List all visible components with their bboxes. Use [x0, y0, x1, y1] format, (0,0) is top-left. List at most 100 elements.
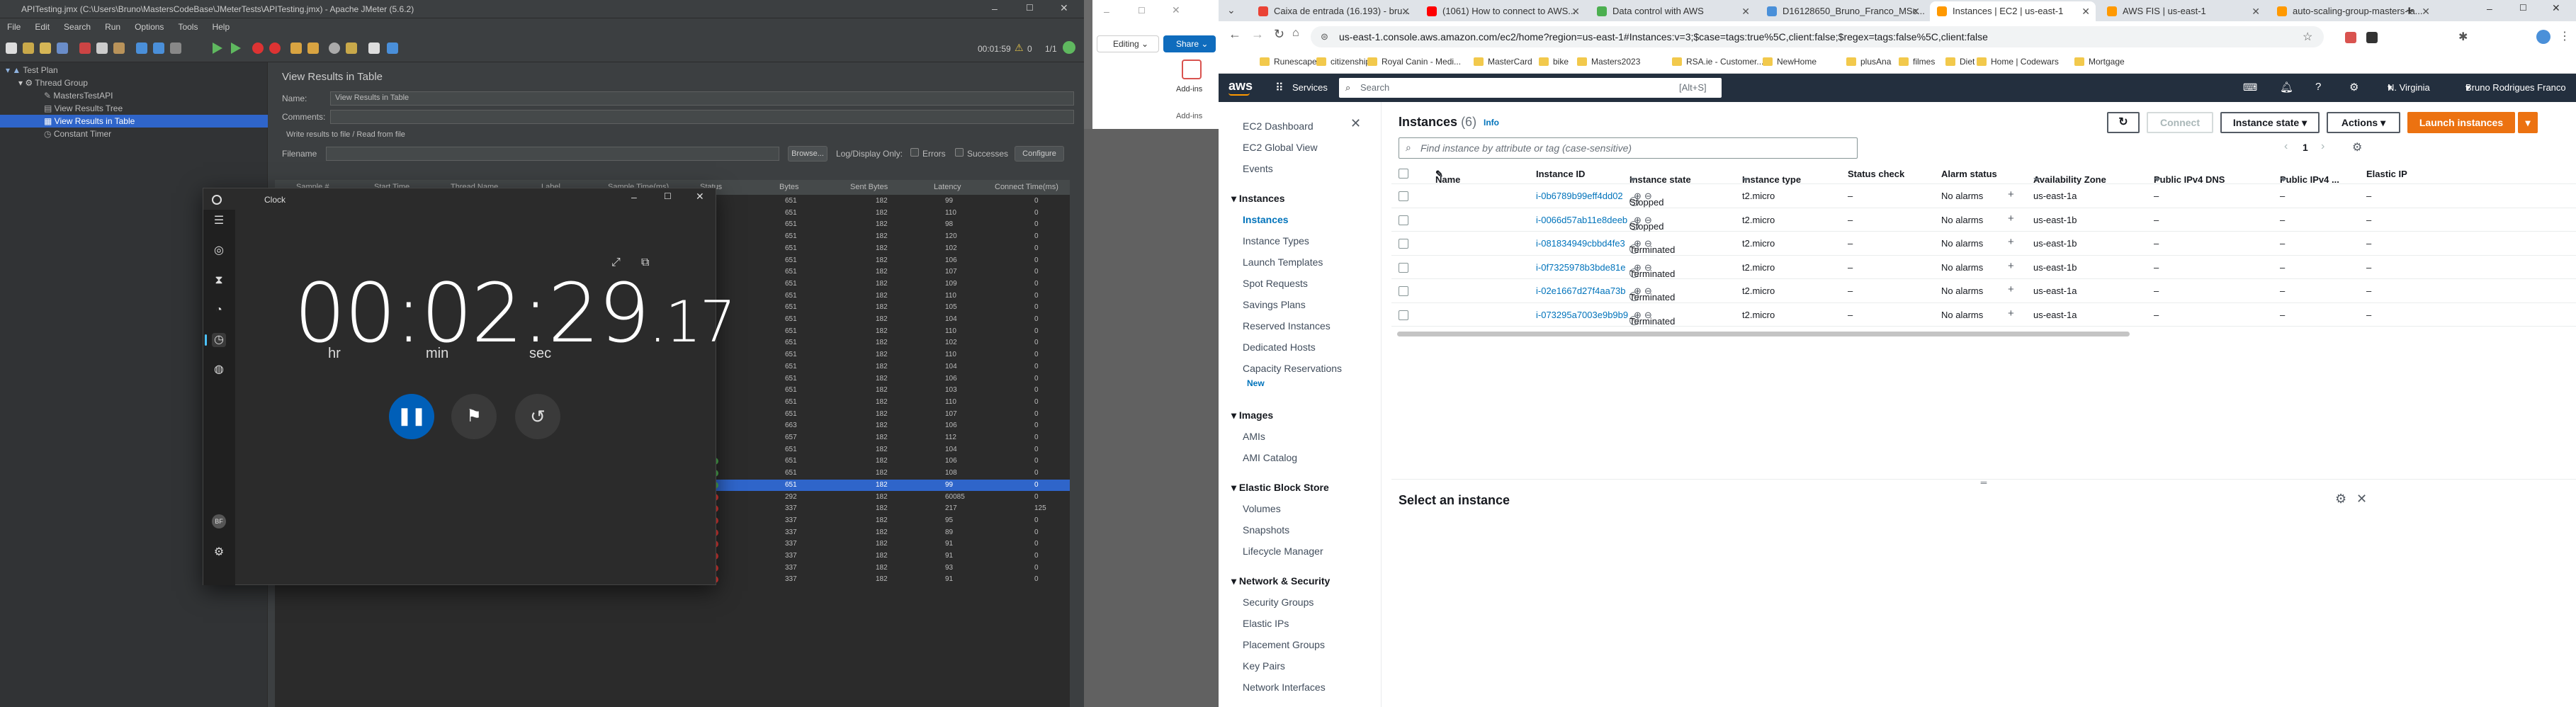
- close-details-icon[interactable]: ✕: [2356, 492, 2367, 507]
- back-icon[interactable]: ←: [1228, 27, 1241, 42]
- world-clock-icon[interactable]: ◍: [212, 363, 226, 377]
- col-instance-id[interactable]: Instance ID: [1536, 169, 1585, 179]
- col-name[interactable]: Name ✎: [1435, 169, 1460, 185]
- bookmark-item[interactable]: citizenship: [1316, 57, 1370, 67]
- account-menu[interactable]: Bruno Rodrigues Franco ▾: [2465, 82, 2566, 94]
- instance-row[interactable]: i-0066d57ab11e8deeb – Stopped ⊕ ⊖ t2.micro – No…: [1391, 208, 2576, 232]
- browser-tab[interactable]: Instances | EC2 | us-east-1 ✕: [1930, 1, 2096, 21]
- col-bytes[interactable]: Bytes: [779, 183, 799, 191]
- browser-tab[interactable]: AWS FIS | us-east-1 ✕: [2100, 1, 2266, 21]
- share-button[interactable]: Share ⌄: [1163, 35, 1216, 52]
- bookmark-item[interactable]: Home | Codewars: [1977, 57, 2059, 67]
- prev-page-icon[interactable]: ‹: [2284, 140, 2288, 153]
- nav-savings-plans[interactable]: Savings Plans: [1243, 299, 1306, 310]
- add-alarm-icon[interactable]: +: [2008, 283, 2014, 295]
- close-icon[interactable]: ✕: [696, 191, 704, 203]
- actions-button[interactable]: Actions ▾: [2327, 112, 2400, 133]
- nav-events[interactable]: Events: [1243, 163, 1273, 174]
- reset-button[interactable]: ↺: [515, 394, 560, 439]
- menu-search[interactable]: Search: [57, 18, 98, 35]
- add-alarm-icon[interactable]: +: [2008, 236, 2014, 248]
- menu-icon[interactable]: ☰: [212, 214, 226, 228]
- bookmark-item[interactable]: Masters2023: [1577, 57, 1640, 67]
- paste-icon[interactable]: [113, 43, 125, 54]
- bookmark-item[interactable]: filmes: [1899, 57, 1935, 67]
- add-alarm-icon[interactable]: +: [2008, 188, 2014, 200]
- tab-close-icon[interactable]: ✕: [1911, 1, 1920, 21]
- refresh-button[interactable]: ↻: [2107, 112, 2140, 133]
- shutdown-icon[interactable]: [269, 43, 281, 54]
- menu-help[interactable]: Help: [205, 18, 237, 35]
- split-divider[interactable]: ═: [1391, 478, 2576, 487]
- instance-id-link[interactable]: i-0f7325978b3bde81e: [1536, 262, 1626, 273]
- row-checkbox[interactable]: [1399, 191, 1408, 201]
- maximize-icon[interactable]: ☐: [2519, 3, 2527, 13]
- alarm-icon[interactable]: ◔: [212, 303, 226, 317]
- focus-sessions-icon[interactable]: ◎: [212, 244, 226, 258]
- horizontal-scrollbar[interactable]: [1397, 332, 2130, 336]
- browser-tab[interactable]: Caixa de entrada (16.193) - bru... ✕: [1251, 1, 1416, 21]
- close-icon[interactable]: ✕: [1060, 2, 1068, 14]
- copy-icon[interactable]: [96, 43, 108, 54]
- add-alarm-icon[interactable]: +: [2008, 307, 2014, 319]
- nav-elastic-ips[interactable]: Elastic IPs: [1243, 618, 1289, 629]
- nav-section-images[interactable]: ▾ Images: [1231, 409, 1273, 422]
- maximize-icon[interactable]: ☐: [664, 191, 672, 201]
- tree-item-thread-group[interactable]: ▾ ⚙ Thread Group: [18, 77, 88, 89]
- settings-icon[interactable]: ⚙: [2349, 81, 2358, 94]
- search-icon[interactable]: [329, 43, 340, 54]
- menu-file[interactable]: File: [0, 18, 28, 35]
- bookmark-item[interactable]: MasterCard: [1474, 57, 1532, 67]
- col-sent-bytes[interactable]: Sent Bytes: [850, 183, 888, 191]
- browser-tab[interactable]: (1061) How to connect to AWS... ✕: [1420, 1, 1586, 21]
- select-all-checkbox[interactable]: [1399, 169, 1408, 179]
- instance-id-link[interactable]: i-0b6789b99eff4dd02: [1536, 191, 1623, 201]
- profile-icon[interactable]: [2536, 30, 2550, 44]
- help-icon[interactable]: ?: [2315, 81, 2321, 93]
- tab-close-icon[interactable]: ✕: [1571, 1, 1580, 21]
- instance-row[interactable]: i-081834949cbbd4fe3 – Terminated ⊕ ⊖ t2.micro…: [1391, 232, 2576, 256]
- help-icon[interactable]: [387, 43, 398, 54]
- nav-launch-templates[interactable]: Launch Templates: [1243, 256, 1323, 268]
- nav-section-instances[interactable]: ▾ Instances: [1231, 193, 1285, 205]
- nav-instances[interactable]: Instances: [1243, 214, 1289, 225]
- browse-button[interactable]: Browse...: [788, 146, 827, 162]
- extension-icon-2[interactable]: [2366, 32, 2378, 43]
- page-number[interactable]: 1: [2303, 142, 2308, 153]
- nav-reserved-instances[interactable]: Reserved Instances: [1243, 320, 1331, 332]
- info-link[interactable]: Info: [1484, 118, 1499, 128]
- nav-section-network[interactable]: ▾ Network & Security: [1231, 575, 1330, 587]
- nav-ec2-global-view[interactable]: EC2 Global View: [1243, 142, 1318, 153]
- lap-button[interactable]: ⚑: [451, 394, 497, 439]
- bookmark-item[interactable]: Diet: [1945, 57, 1975, 67]
- col-alarm-status[interactable]: Alarm status: [1941, 169, 1997, 179]
- close-icon[interactable]: ✕: [2552, 2, 2560, 14]
- nav-capacity-reservations[interactable]: Capacity Reservations: [1243, 363, 1342, 374]
- warning-icon[interactable]: ⚠: [1015, 42, 1024, 54]
- row-checkbox[interactable]: [1399, 262, 1408, 273]
- bookmark-item[interactable]: NewHome: [1763, 57, 1817, 67]
- close-icon[interactable]: ✕: [1172, 4, 1180, 16]
- bookmark-item[interactable]: plusAna: [1846, 57, 1891, 67]
- start-icon[interactable]: [213, 43, 222, 54]
- instance-row[interactable]: i-0b6789b99eff4dd02 – Stopped ⊕ ⊖ t2.micro – No…: [1391, 184, 2576, 208]
- instance-id-link[interactable]: i-0066d57ab11e8deeb: [1536, 215, 1627, 225]
- tree-item-view-results-tree[interactable]: ▤ View Results Tree: [44, 102, 123, 115]
- nav-volumes[interactable]: Volumes: [1243, 503, 1281, 514]
- row-checkbox[interactable]: [1399, 286, 1408, 296]
- aws-logo[interactable]: aws: [1228, 79, 1253, 94]
- services-menu[interactable]: Services: [1292, 82, 1328, 93]
- cloudshell-icon[interactable]: ⌨: [2243, 81, 2257, 94]
- new-icon[interactable]: [6, 43, 17, 54]
- browser-tab[interactable]: Data control with AWS ✕: [1590, 1, 1756, 21]
- region-selector[interactable]: N. Virginia ▾: [2388, 82, 2430, 94]
- instance-id-link[interactable]: i-081834949cbbd4fe3: [1536, 238, 1625, 249]
- maximize-icon[interactable]: ☐: [1026, 3, 1034, 13]
- bookmark-item[interactable]: Royal Canin - Medi...: [1367, 57, 1461, 67]
- tab-close-icon[interactable]: ✕: [1741, 1, 1750, 21]
- aws-search-input[interactable]: Search ⌕ [Alt+S]: [1339, 78, 1722, 98]
- nav-amis[interactable]: AMIs: [1243, 431, 1265, 442]
- minimize-icon[interactable]: –: [2487, 3, 2492, 14]
- tab-search-icon[interactable]: ⌄: [1227, 4, 1236, 16]
- nav-lifecycle-manager[interactable]: Lifecycle Manager: [1243, 545, 1323, 557]
